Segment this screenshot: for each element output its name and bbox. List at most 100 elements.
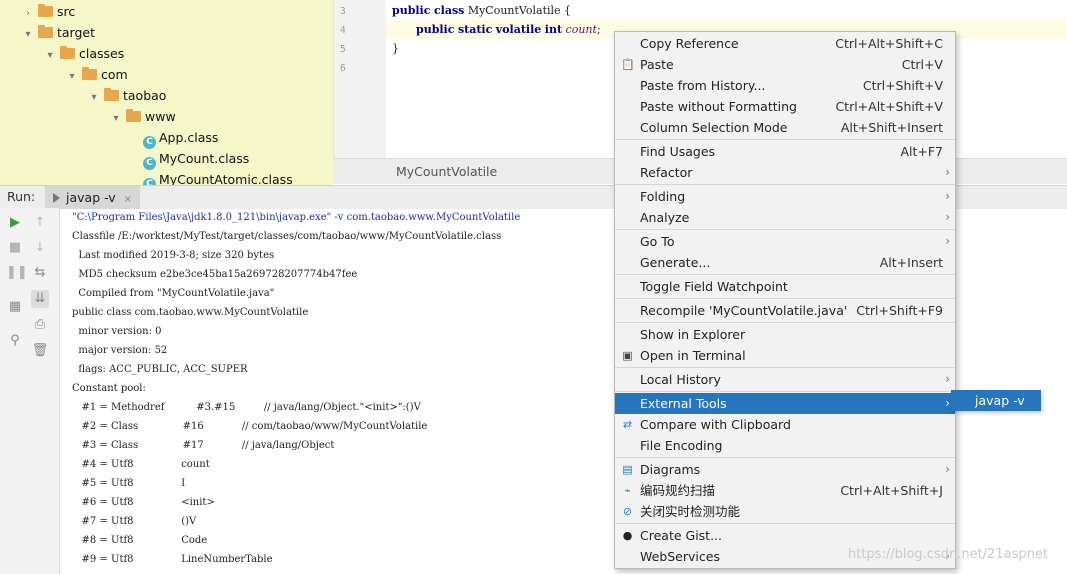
line-number: 4 bbox=[340, 25, 346, 36]
menu-item-shortcut: Ctrl+Alt+Shift+C bbox=[835, 36, 943, 51]
terminal-icon: ▣ bbox=[622, 349, 633, 362]
scroll-to-end-icon[interactable]: ⇊ bbox=[31, 290, 49, 308]
menu-item-open-in-terminal[interactable]: ▣ Open in Terminal bbox=[615, 345, 955, 366]
menu-item-label: Local History bbox=[640, 372, 721, 387]
menu-item-label: Column Selection Mode bbox=[640, 120, 788, 135]
line-number: 6 bbox=[340, 63, 346, 74]
menu-item-column-selection-mode[interactable]: Column Selection Mode Alt+Shift+Insert bbox=[615, 117, 955, 138]
menu-item-label: Paste without Formatting bbox=[640, 99, 797, 114]
github-icon: ● bbox=[622, 529, 633, 542]
chevron-down-icon[interactable]: ▾ bbox=[22, 24, 34, 45]
menu-item-label: Compare with Clipboard bbox=[640, 417, 791, 432]
external-tools-submenu-javap[interactable]: javap -v bbox=[951, 390, 1041, 411]
run-tab-javap[interactable]: javap -v × bbox=[45, 186, 141, 209]
tree-item-src[interactable]: › src bbox=[22, 1, 75, 22]
line-number: 5 bbox=[340, 44, 346, 55]
run-toolbar: ▶ ↑ ■ ↓ ❚❚ ⇆ ▦ ⇊ ⎙ ⚲ 🗑 bbox=[0, 208, 60, 574]
menu-separator bbox=[615, 457, 955, 458]
menu-item-label: Refactor bbox=[640, 165, 693, 180]
menu-item-recompile-mycountvolatile-java[interactable]: Recompile 'MyCountVolatile.java' Ctrl+Shi… bbox=[615, 300, 955, 321]
close-icon[interactable]: × bbox=[124, 194, 132, 205]
chevron-down-icon[interactable]: ▾ bbox=[44, 45, 56, 66]
menu-separator bbox=[615, 184, 955, 185]
chevron-right-icon[interactable]: › bbox=[22, 3, 34, 24]
folder-icon bbox=[38, 25, 53, 38]
menu-item-shortcut: Ctrl+Shift+F9 bbox=[856, 303, 943, 318]
line-number: 3 bbox=[340, 6, 346, 17]
menu-item-paste-from-history[interactable]: Paste from History... Ctrl+Shift+V bbox=[615, 75, 955, 96]
print-icon[interactable]: ⎙ bbox=[31, 316, 49, 334]
submenu-item-label: javap -v bbox=[975, 393, 1025, 408]
chevron-down-icon[interactable]: ▾ bbox=[110, 108, 122, 129]
code-line-5: } bbox=[392, 42, 399, 55]
tree-item-app-class[interactable]: C App.class bbox=[143, 127, 218, 149]
console-line: #1 = Methodref #3.#15 // java/lang/Objec… bbox=[72, 402, 421, 413]
menu-item-paste-without-formatting[interactable]: Paste without Formatting Ctrl+Alt+Shift+V bbox=[615, 96, 955, 117]
breadcrumb[interactable]: MyCountVolatile bbox=[396, 164, 497, 179]
tree-item-taobao[interactable]: ▾ taobao bbox=[88, 85, 166, 106]
menu-item-cn-20[interactable]: ⌁ 编码规约扫描 Ctrl+Alt+Shift+J bbox=[615, 480, 955, 501]
up-arrow-icon[interactable]: ↑ bbox=[31, 214, 49, 232]
menu-item-compare-with-clipboard[interactable]: ⇄ Compare with Clipboard bbox=[615, 414, 955, 435]
folder-icon bbox=[104, 88, 119, 101]
console-line: Classfile /E:/worktest/MyTest/target/cla… bbox=[72, 231, 502, 242]
console-line: major version: 52 bbox=[72, 345, 168, 356]
tree-item-www[interactable]: ▾ www bbox=[110, 106, 176, 127]
chevron-down-icon[interactable]: ▾ bbox=[88, 87, 100, 108]
tree-item-label: com bbox=[101, 67, 128, 82]
rerun-icon[interactable]: ▶ bbox=[6, 214, 24, 232]
menu-item-file-encoding[interactable]: File Encoding bbox=[615, 435, 955, 456]
submenu-arrow-icon: › bbox=[945, 165, 950, 179]
pin-icon[interactable]: ⚲ bbox=[6, 332, 24, 350]
console-line: Compiled from "MyCountVolatile.java" bbox=[72, 288, 275, 299]
menu-item-go-to[interactable]: Go To › bbox=[615, 231, 955, 252]
menu-separator bbox=[615, 139, 955, 140]
menu-item-local-history[interactable]: Local History › bbox=[615, 369, 955, 390]
menu-item-paste[interactable]: 📋 Paste Ctrl+V bbox=[615, 54, 955, 75]
menu-item-find-usages[interactable]: Find Usages Alt+F7 bbox=[615, 141, 955, 162]
trash-icon[interactable]: 🗑 bbox=[31, 342, 49, 360]
menu-item-external-tools[interactable]: External Tools › bbox=[615, 393, 955, 414]
menu-item-refactor[interactable]: Refactor › bbox=[615, 162, 955, 183]
menu-item-label: Diagrams bbox=[640, 462, 701, 477]
pause-icon[interactable]: ❚❚ bbox=[6, 264, 28, 282]
editor-context-menu: Copy Reference Ctrl+Alt+Shift+C 📋 Paste Ctrl… bbox=[614, 31, 956, 569]
menu-item-label: Toggle Field Watchpoint bbox=[640, 279, 788, 294]
menu-item-shortcut: Ctrl+V bbox=[901, 57, 943, 72]
menu-separator bbox=[615, 322, 955, 323]
menu-item-create-gist[interactable]: ● Create Gist... bbox=[615, 525, 955, 546]
soft-wrap-icon[interactable]: ⇆ bbox=[31, 264, 49, 282]
folder-icon bbox=[38, 4, 53, 17]
menu-item-diagrams[interactable]: ▤ Diagrams › bbox=[615, 459, 955, 480]
run-config-icon bbox=[53, 193, 60, 203]
tree-item-target[interactable]: ▾ target bbox=[22, 22, 95, 43]
chevron-down-icon[interactable]: ▾ bbox=[66, 66, 78, 87]
menu-item-folding[interactable]: Folding › bbox=[615, 186, 955, 207]
stop-icon[interactable]: ■ bbox=[6, 239, 24, 257]
tree-item-classes[interactable]: ▾ classes bbox=[44, 43, 124, 64]
menu-item-shortcut: Alt+F7 bbox=[900, 144, 943, 159]
menu-item-toggle-field-watchpoint[interactable]: Toggle Field Watchpoint bbox=[615, 276, 955, 297]
menu-item-generate[interactable]: Generate... Alt+Insert bbox=[615, 252, 955, 273]
console-line: #3 = Class #17 // java/lang/Object bbox=[72, 440, 335, 451]
tree-item-mycountatomic-class[interactable]: C MyCountAtomic.class bbox=[143, 169, 293, 185]
layout-icon[interactable]: ▦ bbox=[6, 298, 24, 316]
console-line: #6 = Utf8 <init> bbox=[72, 497, 215, 508]
paste-icon: 📋 bbox=[621, 58, 635, 71]
editor-gutter: 3 4 5 6 bbox=[333, 0, 386, 158]
tree-item-mycount-class[interactable]: C MyCount.class bbox=[143, 148, 249, 170]
menu-item-shortcut: Alt+Insert bbox=[879, 255, 943, 270]
menu-item-label: 编码规约扫描 bbox=[640, 483, 716, 498]
menu-item-cn-21[interactable]: ⊘ 关闭实时检测功能 bbox=[615, 501, 955, 522]
menu-item-label: Paste from History... bbox=[640, 78, 766, 93]
menu-item-show-in-explorer[interactable]: Show in Explorer bbox=[615, 324, 955, 345]
menu-item-label: Create Gist... bbox=[640, 528, 723, 543]
class-file-icon: C bbox=[143, 178, 156, 185]
menu-item-copy-reference[interactable]: Copy Reference Ctrl+Alt+Shift+C bbox=[615, 33, 955, 54]
menu-item-shortcut: Ctrl+Shift+V bbox=[862, 78, 943, 93]
tree-item-com[interactable]: ▾ com bbox=[66, 64, 128, 85]
menu-item-analyze[interactable]: Analyze › bbox=[615, 207, 955, 228]
down-arrow-icon[interactable]: ↓ bbox=[31, 239, 49, 257]
console-line: #5 = Utf8 I bbox=[72, 478, 186, 489]
menu-item-label: Go To bbox=[640, 234, 675, 249]
